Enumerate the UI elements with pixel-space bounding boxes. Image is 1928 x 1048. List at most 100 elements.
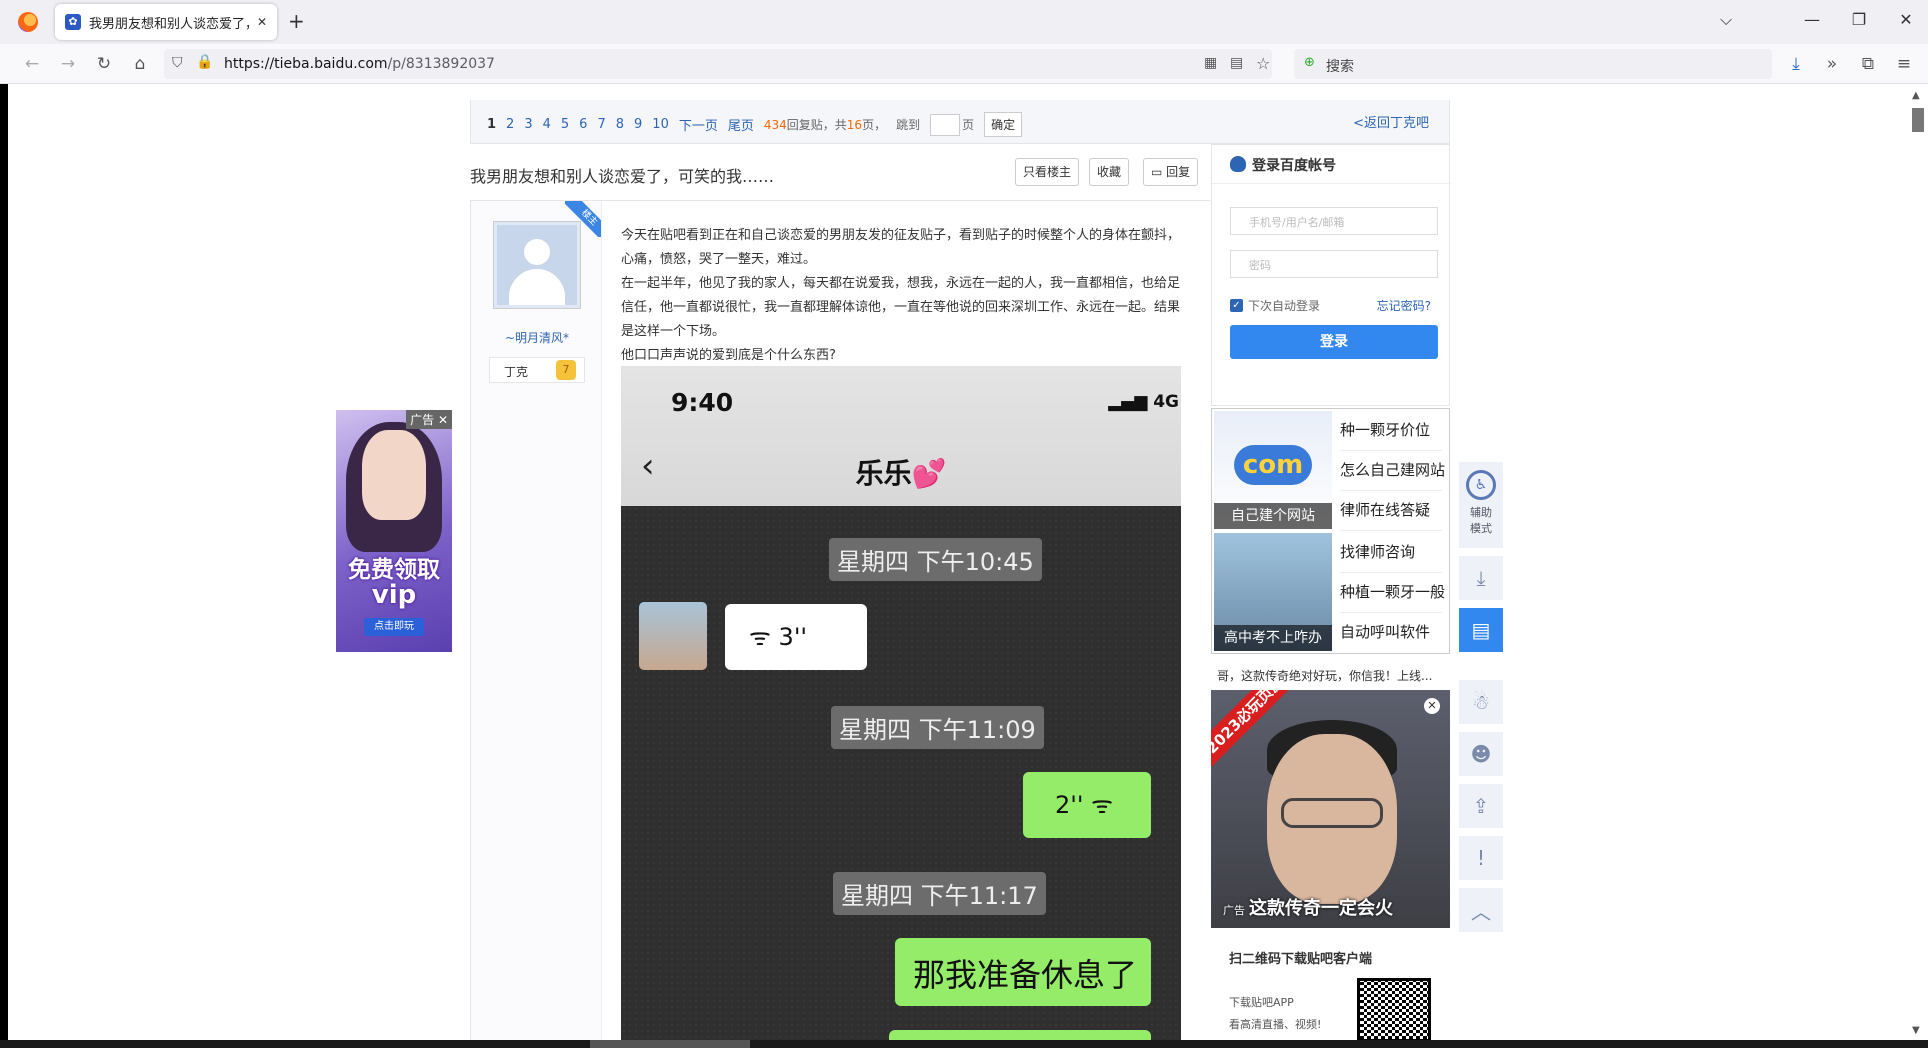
login-button[interactable]: 登录 [1230, 325, 1438, 359]
scroll-up-icon[interactable]: ▲ [1912, 90, 1920, 101]
search-bar[interactable]: ⊕ 搜索 [1294, 49, 1772, 79]
lock-icon[interactable]: 🔒 [196, 54, 213, 70]
ad-link[interactable]: 怎么自己建网站 [1340, 451, 1445, 491]
accessibility-mode-button[interactable]: ♿ 辅助 模式 [1459, 462, 1503, 548]
app-download-title: 扫二维码下载贴吧客户端 [1229, 952, 1373, 967]
author-name[interactable]: ~明月清风* [471, 329, 603, 346]
phone-clock: 9:40 [671, 388, 734, 417]
back-to-forum-link[interactable]: <返回丁克吧 [1353, 112, 1429, 131]
thread-title: 我男朋友想和别人谈恋爱了，可笑的我…… [470, 167, 775, 186]
ad-thumbnail[interactable]: 高中考不上咋办 [1214, 533, 1332, 651]
page-link[interactable]: 8 [616, 117, 624, 132]
ad-grid: com 自己建个网站 高中考不上咋办 种一颗牙价位 怎么自己建网站 律师在线答疑… [1211, 408, 1450, 654]
minimize-button[interactable]: — [1800, 10, 1824, 29]
ad-link[interactable]: 种一颗牙价位 [1340, 411, 1442, 451]
username-input[interactable]: 手机号/用户名/邮箱 [1230, 207, 1438, 235]
reload-icon[interactable]: ↻ [92, 54, 116, 74]
ad-link[interactable]: 种植一颗牙一般 [1340, 573, 1445, 613]
extensions-icon[interactable]: ⧉ [1856, 54, 1880, 74]
only-op-button[interactable]: 只看楼主 [1015, 158, 1080, 186]
shield-icon[interactable]: ⛉ [172, 55, 183, 71]
home-icon[interactable]: ⌂ [128, 54, 152, 74]
firefox-icon[interactable] [18, 12, 38, 32]
app-download-line: 看高清直播、视频! [1229, 1018, 1322, 1031]
chat-timestamp: 星期四 下午10:45 [829, 538, 1042, 581]
page-link[interactable]: 6 [579, 117, 587, 132]
reply-button-label: 回复 [1166, 165, 1191, 179]
forward-arrow-icon[interactable]: → [56, 54, 80, 74]
share-icon[interactable]: ⇪ [1459, 784, 1503, 828]
ad-link[interactable]: 律师在线答疑 [1340, 491, 1442, 531]
chat-timestamp: 星期四 下午11:09 [831, 706, 1044, 749]
page-link[interactable]: 2 [506, 117, 514, 132]
ad-link[interactable]: 自动呼叫软件 [1340, 613, 1442, 653]
reply-button[interactable]: ▭ 回复 [1143, 158, 1199, 186]
search-engine-icon: ⊕ [1304, 55, 1315, 70]
ad-tag[interactable]: 广告 ✕ [406, 410, 452, 429]
page-unit-label: 页 [962, 118, 975, 132]
baidu-favicon-icon: ✿ [65, 14, 81, 30]
vertical-scrollbar[interactable]: ▲ ▼ [1908, 84, 1928, 1040]
tab-list-chevron-icon[interactable]: ⌵ [1720, 10, 1732, 30]
ad-play-button[interactable]: 点击即玩 [364, 618, 424, 636]
reader-view-icon[interactable]: ▤ [1230, 55, 1243, 71]
forgot-password-link[interactable]: 忘记密码? [1377, 297, 1431, 314]
restore-button[interactable]: ❐ [1847, 10, 1871, 29]
app-download-panel: 扫二维码下载贴吧客户端 下载贴吧APP 看高清直播、视频! [1211, 932, 1450, 1042]
ad-caption: 广告 这款传奇一定会火 [1223, 898, 1393, 919]
password-input[interactable]: 密码 [1230, 250, 1438, 278]
chat-screenshot-image[interactable]: 9:40 ▂▄▆ 4G ‹ 乐乐💕 星期四 下午10:45 ᯤ 3'' 星期四 … [621, 366, 1181, 1041]
voice-message-out: 2'' ᯤ [1023, 772, 1151, 838]
favorite-button[interactable]: 收藏 [1089, 158, 1130, 186]
menu-icon[interactable]: ≡ [1892, 54, 1916, 74]
ad-headline: vip [371, 580, 417, 610]
overflow-chevrons-icon[interactable]: » [1820, 54, 1844, 74]
ad-link[interactable]: 找律师咨询 [1340, 533, 1442, 573]
scrollbar-thumb[interactable] [590, 1040, 750, 1048]
scroll-down-icon[interactable]: ▼ [1912, 1025, 1920, 1036]
page-link[interactable]: 10 [652, 117, 669, 132]
chat-icon[interactable]: ▤ [1459, 608, 1503, 652]
url-bar[interactable]: ⛉ 🔒 https://tieba.baidu.com/p/8313892037… [164, 49, 1272, 79]
browser-tab[interactable]: ✿ 我男朋友想和别人谈恋爱了，可 ✕ [55, 4, 277, 40]
game-ad-banner[interactable]: 2023必玩页游 ✕ 广告 这款传奇一定会火 [1211, 690, 1450, 928]
page-link[interactable]: 3 [524, 117, 532, 132]
navigation-bar: ← → ↻ ⌂ ⛉ 🔒 https://tieba.baidu.com/p/83… [0, 44, 1928, 84]
window-edge [0, 84, 8, 1048]
scrollbar-thumb[interactable] [1912, 108, 1924, 132]
last-page-link[interactable]: 尾页 [728, 115, 754, 134]
download-app-icon[interactable]: ⤓ [1459, 556, 1503, 600]
tab-bar: ✿ 我男朋友想和别人谈恋爱了，可 ✕ + ⌵ — ❐ ✕ [0, 0, 1928, 44]
ad-thumbnail[interactable]: com 自己建个网站 [1214, 411, 1332, 529]
horizontal-scrollbar[interactable] [0, 1040, 1928, 1048]
next-page-link[interactable]: 下一页 [679, 115, 718, 134]
back-arrow-icon[interactable]: ← [20, 54, 44, 74]
side-game-ad[interactable]: 广告 ✕ 免费领取 vip 点击即玩 [336, 410, 452, 652]
page-link[interactable]: 5 [561, 117, 569, 132]
qr-code-icon[interactable]: ▦ [1204, 55, 1217, 71]
remember-login-checkbox[interactable]: ✓ 下次自动登录 [1230, 297, 1320, 314]
close-window-button[interactable]: ✕ [1894, 10, 1918, 29]
back-to-top-icon[interactable]: ︿ [1459, 888, 1503, 932]
close-ad-icon[interactable]: ✕ [1424, 698, 1440, 714]
report-icon[interactable]: ! [1459, 836, 1503, 880]
login-panel: 登录百度帐号 手机号/用户名/邮箱 密码 ✓ 下次自动登录 忘记密码? 登录 [1211, 144, 1451, 406]
page-link[interactable]: 7 [597, 117, 605, 132]
jump-confirm-button[interactable]: 确定 [984, 112, 1023, 137]
bear-icon[interactable]: ☻ [1459, 732, 1503, 776]
promo-text-link[interactable]: 哥，这款传奇绝对好玩，你信我！上线... [1217, 667, 1449, 684]
jump-label: 跳到 [896, 118, 921, 132]
close-tab-icon[interactable]: ✕ [257, 15, 267, 29]
bookmark-star-icon[interactable]: ☆ [1256, 54, 1270, 73]
current-page: 1 [487, 117, 497, 132]
pagination-bar: 1 2 3 4 5 6 7 8 9 10 下一页 尾页 434回复贴，共16页，… [470, 100, 1450, 144]
page-link[interactable]: 9 [634, 117, 642, 132]
mascot-icon[interactable]: ☃ [1459, 680, 1503, 724]
page-link[interactable]: 4 [543, 117, 551, 132]
new-tab-button[interactable]: + [288, 9, 305, 33]
forum-level-badge[interactable]: 丁克 7 [489, 357, 585, 383]
close-ad-icon: ✕ [437, 413, 448, 427]
downloads-icon[interactable]: ⤓ [1784, 54, 1808, 74]
jump-page-input[interactable] [930, 113, 961, 136]
com-graphic-icon: com [1234, 445, 1312, 485]
